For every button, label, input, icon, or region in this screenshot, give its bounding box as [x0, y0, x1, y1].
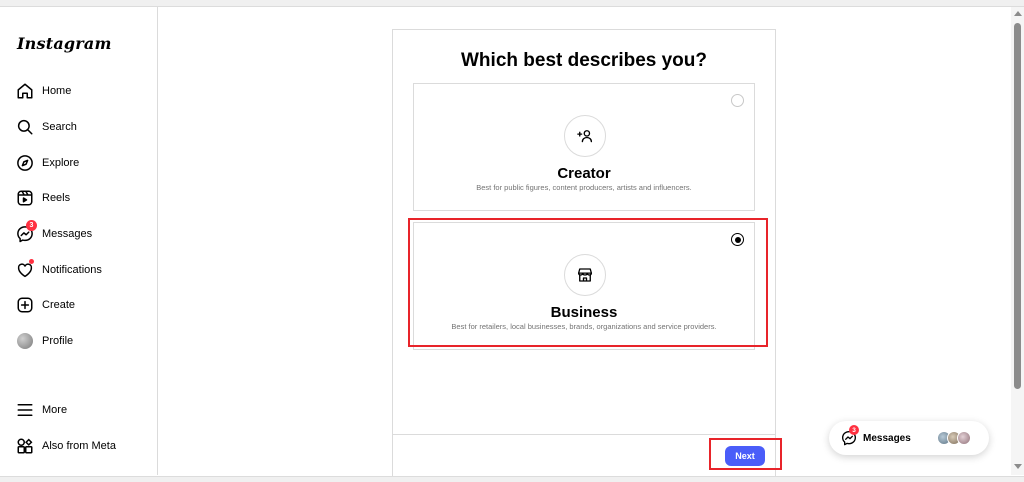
- instagram-logo[interactable]: Instagram: [17, 34, 112, 53]
- scroll-down-icon[interactable]: [1014, 464, 1022, 469]
- window-bottom-edge: [0, 476, 1024, 482]
- plus-square-icon: [16, 296, 34, 314]
- option-title: Business: [550, 304, 618, 321]
- messages-pill[interactable]: 3 Messages: [829, 421, 989, 455]
- sidebar-item-label: Search: [42, 121, 77, 133]
- sidebar-item-label: Create: [42, 299, 76, 311]
- sidebar-item-also-from-meta[interactable]: Also from Meta: [16, 434, 116, 458]
- sidebar-item-label: Profile: [42, 335, 74, 347]
- sidebar-item-label: Also from Meta: [42, 440, 116, 452]
- messages-badge: 3: [26, 220, 37, 231]
- sidebar-item-create[interactable]: Create: [16, 293, 75, 317]
- search-icon: [16, 118, 34, 136]
- sidebar-item-label: More: [42, 404, 68, 416]
- avatar: [16, 332, 34, 350]
- scroll-thumb[interactable]: [1014, 23, 1021, 389]
- sidebar-item-search[interactable]: Search: [16, 115, 77, 139]
- compass-icon: [16, 154, 34, 172]
- sidebar-item-label: Reels: [42, 192, 71, 204]
- notification-dot: [29, 259, 34, 264]
- storefront-icon: [564, 254, 606, 296]
- scroll-up-icon[interactable]: [1014, 11, 1022, 16]
- messages-label: Messages: [863, 432, 911, 444]
- business-radio[interactable]: [731, 233, 744, 246]
- reels-icon: [16, 189, 34, 207]
- account-type-card: Which best describes you? Creator Best f…: [392, 29, 776, 477]
- sidebar-item-label: Messages: [42, 228, 93, 240]
- menu-icon: [16, 401, 34, 419]
- window-top-edge: [0, 0, 1024, 7]
- home-icon: [16, 82, 34, 100]
- sidebar: Instagram Home Search Explore Reels 3 Me…: [0, 7, 158, 475]
- sidebar-item-label: Explore: [42, 157, 80, 169]
- option-title: Creator: [557, 165, 611, 182]
- sidebar-item-notifications[interactable]: Notifications: [16, 258, 102, 282]
- next-button[interactable]: Next: [725, 446, 765, 466]
- sidebar-item-more[interactable]: More: [16, 398, 67, 422]
- sidebar-item-profile[interactable]: Profile: [16, 329, 73, 353]
- avatar: [957, 431, 971, 445]
- sidebar-item-home[interactable]: Home: [16, 79, 71, 103]
- sidebar-item-messages[interactable]: 3 Messages: [16, 220, 93, 246]
- conversation-avatars: [937, 431, 977, 445]
- heart-icon: [16, 259, 34, 279]
- sidebar-item-reels[interactable]: Reels: [16, 186, 70, 210]
- messenger-icon: 3: [16, 220, 37, 243]
- sidebar-item-label: Notifications: [42, 264, 102, 276]
- option-description: Best for public figures, content produce…: [476, 183, 692, 192]
- option-business[interactable]: Business Best for retailers, local busin…: [413, 222, 755, 350]
- vertical-scrollbar[interactable]: [1011, 7, 1024, 475]
- footer-divider: [393, 434, 775, 435]
- page-title: Which best describes you?: [461, 50, 707, 71]
- creator-icon: [564, 115, 606, 157]
- creator-radio[interactable]: [731, 94, 744, 107]
- option-creator[interactable]: Creator Best for public figures, content…: [413, 83, 755, 211]
- option-description: Best for retailers, local businesses, br…: [451, 322, 717, 331]
- messages-badge: 3: [849, 425, 859, 435]
- sidebar-item-explore[interactable]: Explore: [16, 151, 79, 175]
- sidebar-item-label: Home: [42, 85, 72, 97]
- messenger-icon: 3: [841, 425, 859, 446]
- meta-apps-icon: [16, 437, 34, 455]
